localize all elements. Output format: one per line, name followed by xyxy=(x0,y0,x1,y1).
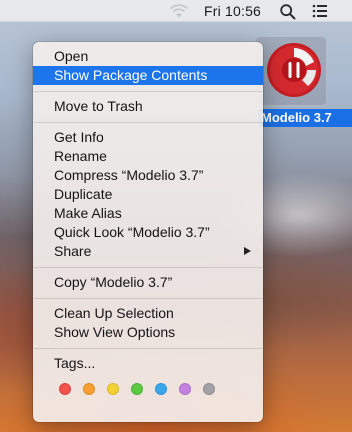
menu-separator xyxy=(34,122,262,123)
menu-item-share[interactable]: Share xyxy=(33,242,263,261)
menu-item-quick-look[interactable]: Quick Look “Modelio 3.7” xyxy=(33,223,263,242)
menu-bar: Fri 10:56 xyxy=(0,0,352,22)
context-menu: Open Show Package Contents Move to Trash… xyxy=(33,42,263,422)
menu-separator xyxy=(34,91,262,92)
menu-item-open[interactable]: Open xyxy=(33,47,263,66)
tag-green-button[interactable] xyxy=(131,383,143,395)
tag-blue-button[interactable] xyxy=(155,383,167,395)
menu-separator xyxy=(34,298,262,299)
menu-item-move-to-trash[interactable]: Move to Trash xyxy=(33,97,263,116)
menu-item-share-label: Share xyxy=(54,243,92,259)
tag-red-button[interactable] xyxy=(59,383,71,395)
menu-item-make-alias[interactable]: Make Alias xyxy=(33,204,263,223)
menu-item-show-view-options[interactable]: Show View Options xyxy=(33,323,263,342)
desktop[interactable]: Fri 10:56 Modelio 3.7 Open Show Package … xyxy=(0,0,352,432)
tag-yellow-button[interactable] xyxy=(107,383,119,395)
menu-separator xyxy=(34,348,262,349)
modelio-app-icon[interactable] xyxy=(264,40,324,100)
tag-orange-button[interactable] xyxy=(83,383,95,395)
spotlight-search-icon[interactable] xyxy=(279,3,297,21)
menu-item-tags[interactable]: Tags... xyxy=(33,354,263,373)
menu-item-copy[interactable]: Copy “Modelio 3.7” xyxy=(33,273,263,292)
menu-item-rename[interactable]: Rename xyxy=(33,147,263,166)
submenu-arrow-icon xyxy=(244,247,251,255)
wifi-icon[interactable] xyxy=(168,3,190,19)
menu-item-duplicate[interactable]: Duplicate xyxy=(33,185,263,204)
app-icon-label[interactable]: Modelio 3.7 xyxy=(258,109,352,127)
menu-item-show-package-contents[interactable]: Show Package Contents xyxy=(33,66,263,85)
menu-item-get-info[interactable]: Get Info xyxy=(33,128,263,147)
menu-separator xyxy=(34,267,262,268)
menubar-clock[interactable]: Fri 10:56 xyxy=(204,3,261,19)
menu-item-clean-up-selection[interactable]: Clean Up Selection xyxy=(33,304,263,323)
tag-gray-button[interactable] xyxy=(203,383,215,395)
notification-center-icon[interactable] xyxy=(307,1,333,21)
menu-item-compress[interactable]: Compress “Modelio 3.7” xyxy=(33,166,263,185)
tag-purple-button[interactable] xyxy=(179,383,191,395)
